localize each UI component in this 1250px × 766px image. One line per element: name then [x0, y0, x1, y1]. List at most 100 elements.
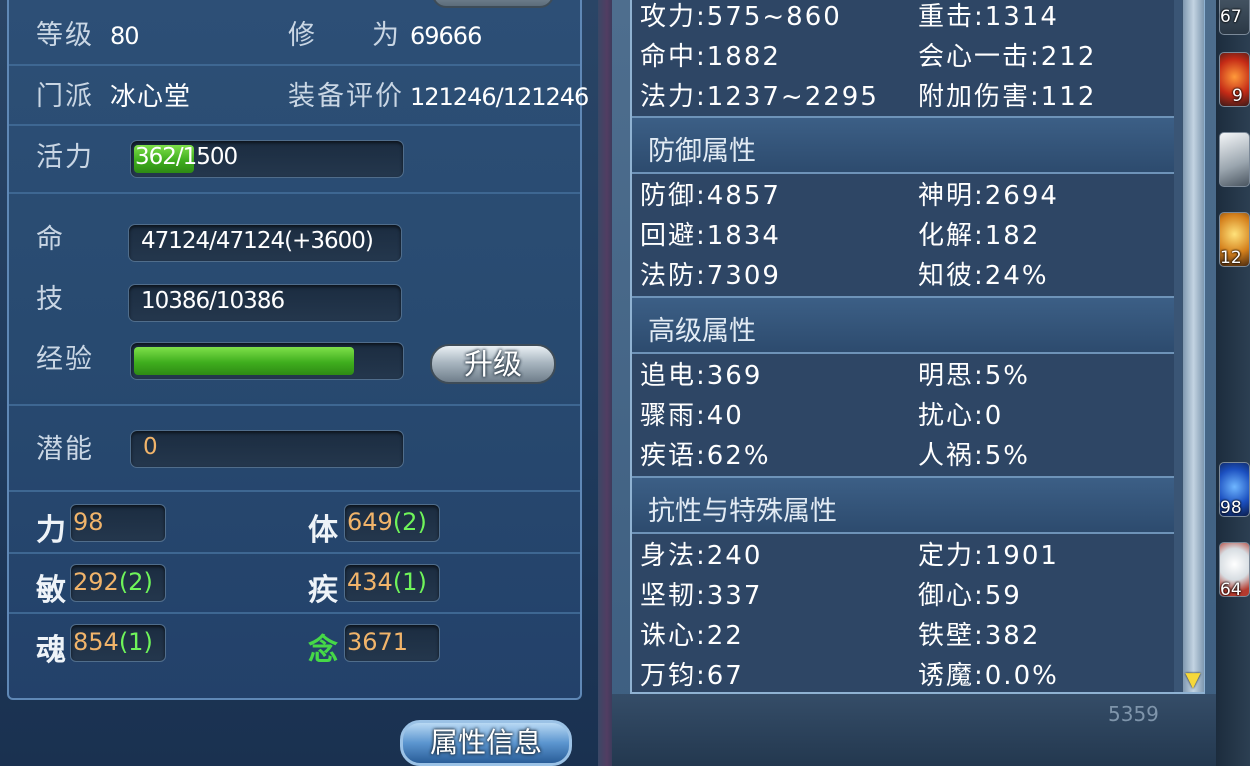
vitality-value: 362/1500 [135, 144, 238, 170]
section-header-resistance: 抗性与特殊属性 [632, 476, 1174, 534]
row-divider [9, 612, 580, 614]
potential-value: 0 [143, 434, 158, 460]
attr-agility-bonus: (2) [118, 568, 153, 596]
scrollbar-track[interactable] [1182, 0, 1204, 692]
upgrade-button[interactable]: 升级 [430, 344, 556, 384]
attr-soul-bonus: (1) [118, 628, 153, 656]
hp-label: 命 [36, 224, 65, 255]
advanced-section-body: 追电:369 明思:5% 骤雨:40 扰心:0 疾语:62% 人祸:5% [632, 354, 1174, 476]
attr-agility-label: 敏 [36, 573, 66, 608]
hp-value: 47124/47124(+3600) [141, 228, 374, 254]
vitality-label: 活力 [36, 142, 94, 173]
row-divider [9, 64, 580, 66]
resistance-section-body: 身法:240 定力:1901 坚韧:337 御心:59 诛心:22 铁壁:382… [632, 534, 1174, 692]
stat-item: 诛心:22 [640, 621, 744, 651]
attr-strength-value: 98 [73, 508, 104, 536]
equip-rating-label: 装备评价 [288, 81, 404, 112]
stat-item: 御心:59 [918, 581, 1022, 611]
corner-number: 5359 [1108, 702, 1159, 726]
attr-soul-field: 854(1) [70, 624, 166, 662]
cultivation-value: 69666 [410, 22, 482, 50]
vitality-bar: 362/1500 [130, 140, 404, 178]
stat-item: 回避:1834 [640, 221, 781, 251]
attr-body-label: 体 [308, 513, 338, 548]
stat-item: 定力:1901 [918, 541, 1059, 571]
attr-mind-field: 3671 [344, 624, 440, 662]
sect-value: 冰心堂 [110, 82, 192, 112]
attr-speed-field: 434(1) [344, 564, 440, 602]
stat-item: 坚韧:337 [640, 581, 763, 611]
equip-rating-value: 121246/121246 [410, 83, 589, 111]
side-item-count: 64 [1220, 580, 1242, 600]
attr-soul-label: 魂 [36, 633, 66, 668]
attr-speed-label: 疾 [308, 573, 338, 608]
attack-section-body: 攻力:575~860 重击:1314 命中:1882 会心一击:212 法力:1… [632, 0, 1174, 116]
stat-item: 扰心:0 [918, 401, 1004, 431]
stat-item: 骤雨:40 [640, 401, 744, 431]
attribute-detail-panel: 攻力:575~860 重击:1314 命中:1882 会心一击:212 法力:1… [630, 0, 1205, 694]
attribute-info-button[interactable]: 属性信息 [400, 720, 572, 766]
section-title: 防御属性 [648, 136, 756, 167]
attr-strength-field: 98 [70, 504, 166, 542]
stat-item: 知彼:24% [918, 261, 1049, 291]
row-divider [9, 552, 580, 554]
stat-item: 追电:369 [640, 361, 763, 391]
side-item-count: 67 [1220, 7, 1242, 27]
stat-item: 攻力:575~860 [640, 2, 842, 32]
stat-item: 疾语:62% [640, 441, 771, 471]
stat-item: 明思:5% [918, 361, 1031, 391]
attr-body-field: 649(2) [344, 504, 440, 542]
section-header-advanced: 高级属性 [632, 296, 1174, 354]
level-label: 等级 [36, 20, 94, 51]
side-item-count: 12 [1220, 248, 1242, 268]
attr-body-value: 649 [347, 508, 393, 536]
stat-item: 法力:1237~2295 [640, 82, 879, 112]
potential-field: 0 [130, 430, 404, 468]
skill-label: 技 [36, 284, 65, 315]
skill-field: 10386/10386 [128, 284, 402, 322]
attr-speed-value: 434 [347, 568, 393, 596]
stat-item: 人祸:5% [918, 441, 1031, 471]
stat-item: 法防:7309 [640, 261, 781, 291]
attr-speed-bonus: (1) [392, 568, 427, 596]
defense-section-body: 防御:4857 神明:2694 回避:1834 化解:182 法防:7309 知… [632, 174, 1174, 296]
exp-bar [130, 342, 404, 380]
sect-label: 门派 [36, 81, 94, 112]
stat-item: 附加伤害:112 [918, 82, 1097, 112]
row-divider [9, 124, 580, 126]
section-title: 抗性与特殊属性 [648, 496, 837, 527]
stat-item: 万钧:67 [640, 661, 744, 691]
row-divider [9, 404, 580, 406]
stat-item: 身法:240 [640, 541, 763, 571]
stat-item: 会心一击:212 [918, 42, 1097, 72]
potential-label: 潜能 [36, 434, 94, 465]
scroll-down-arrow-icon[interactable]: ▼ [1182, 666, 1204, 692]
stat-item: 化解:182 [918, 221, 1041, 251]
skill-value: 10386/10386 [141, 288, 285, 314]
attr-agility-field: 292(2) [70, 564, 166, 602]
stat-item: 防御:4857 [640, 181, 781, 211]
side-item-count: 9 [1232, 86, 1243, 106]
attr-soul-value: 854 [73, 628, 119, 656]
level-value: 80 [110, 22, 140, 50]
section-header-defense: 防御属性 [632, 116, 1174, 174]
cultivation-label: 修 [288, 20, 317, 51]
stat-item: 命中:1882 [640, 42, 781, 72]
side-item-count: 98 [1220, 498, 1242, 518]
attr-body-bonus: (2) [392, 508, 427, 536]
stat-item: 诱魔:0.0% [918, 661, 1059, 691]
row-divider [9, 192, 580, 194]
hp-field: 47124/47124(+3600) [128, 224, 402, 262]
exp-bar-fill [134, 347, 354, 375]
scroll-item-icon[interactable] [1219, 132, 1250, 187]
attr-mind-label: 念 [308, 633, 338, 668]
exp-label: 经验 [36, 344, 94, 375]
row-divider [9, 490, 580, 492]
top-tab-button[interactable] [432, 0, 554, 8]
stat-item: 铁壁:382 [918, 621, 1041, 651]
stat-item: 重击:1314 [918, 2, 1059, 32]
cultivation-label-2: 为 [372, 20, 401, 51]
stat-item: 神明:2694 [918, 181, 1059, 211]
side-item-bar [1216, 0, 1250, 766]
attr-strength-label: 力 [36, 513, 66, 548]
